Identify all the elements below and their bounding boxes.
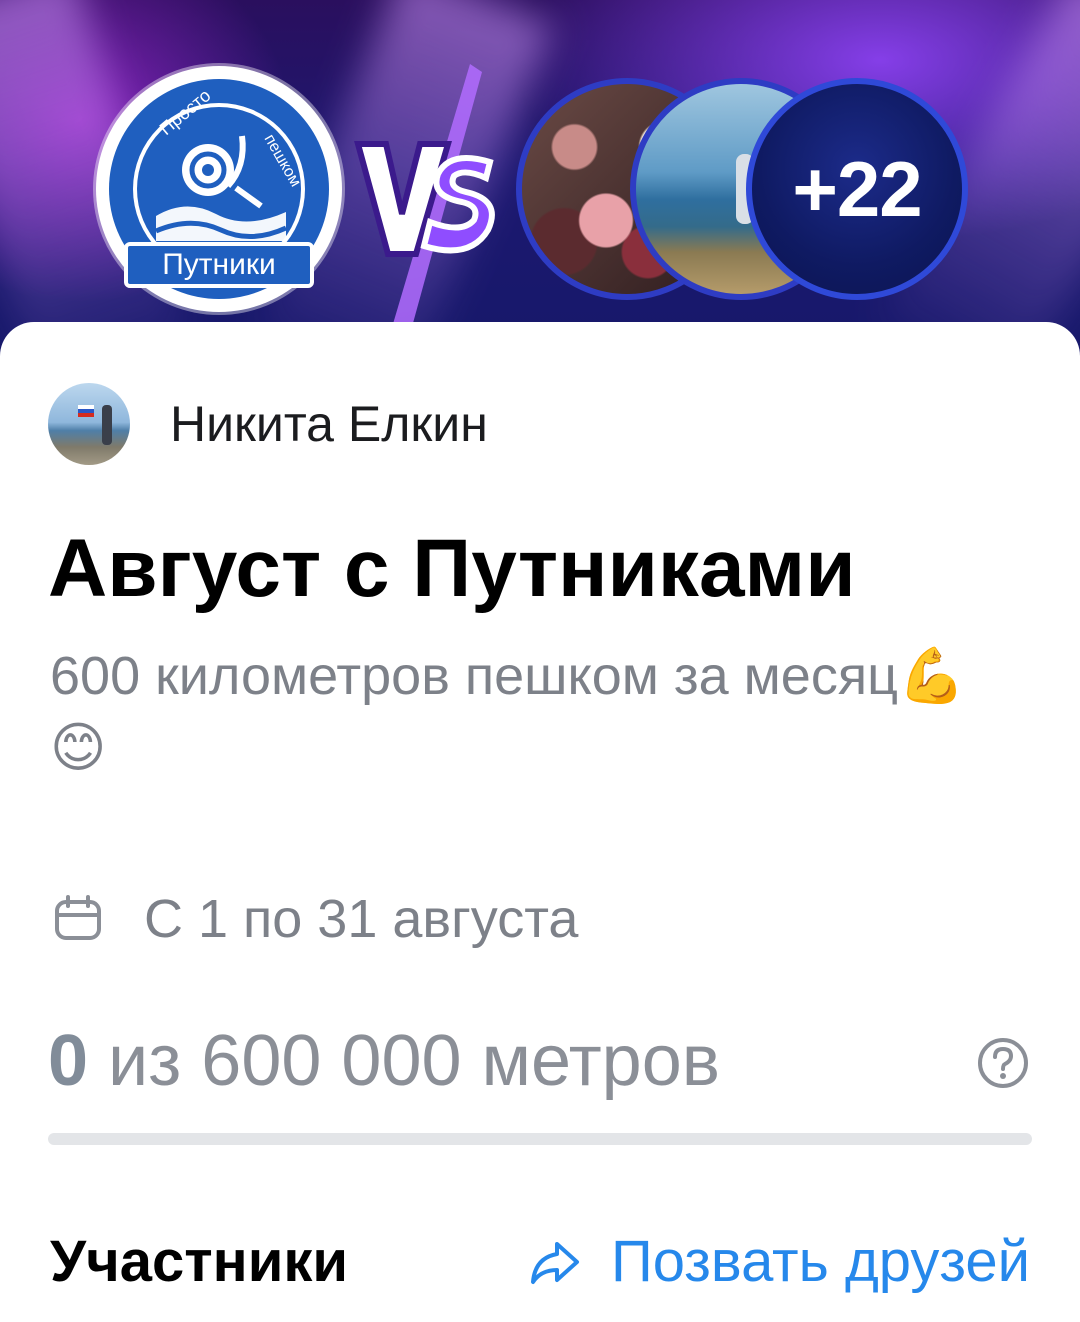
participants-heading: Участники bbox=[50, 1229, 349, 1294]
team-name-text: Путники bbox=[162, 248, 276, 281]
progress-current: 0 bbox=[48, 1021, 89, 1101]
share-arrow-icon bbox=[531, 1241, 580, 1284]
invite-friends-button[interactable]: Позвать друзей bbox=[527, 1228, 1030, 1295]
progress-text: 0 из 600 000 метров bbox=[48, 1020, 720, 1102]
progress-bar bbox=[48, 1133, 1032, 1145]
help-icon[interactable] bbox=[976, 1036, 1030, 1090]
challenge-dates: С 1 по 31 августа bbox=[52, 888, 578, 950]
author-row[interactable]: Никита Елкин bbox=[48, 380, 488, 468]
progress-goal: из 600 000 метров bbox=[88, 1021, 721, 1101]
challenge-title: Август с Путниками bbox=[48, 523, 856, 614]
more-participants-count: +22 bbox=[792, 144, 922, 233]
more-participants-badge: +22 bbox=[746, 78, 968, 300]
challenge-banner: Путники Просто пешком +22 bbox=[0, 0, 1080, 360]
vs-icon bbox=[354, 64, 495, 334]
team-logo[interactable]: Путники Просто пешком bbox=[96, 66, 342, 312]
author-avatar[interactable] bbox=[48, 383, 130, 465]
dates-text: С 1 по 31 августа bbox=[144, 889, 579, 949]
challenge-description: 600 километров пешком за месяц💪😊 bbox=[50, 646, 966, 778]
participants-avatars[interactable]: +22 bbox=[512, 78, 982, 318]
vs-badge bbox=[350, 64, 500, 334]
calendar-icon bbox=[55, 895, 101, 940]
snail-logo-icon: Путники Просто пешком bbox=[109, 79, 329, 299]
author-name[interactable]: Никита Елкин bbox=[170, 395, 488, 453]
invite-friends-label[interactable]: Позвать друзей bbox=[611, 1228, 1030, 1295]
challenge-card bbox=[0, 322, 1080, 1322]
